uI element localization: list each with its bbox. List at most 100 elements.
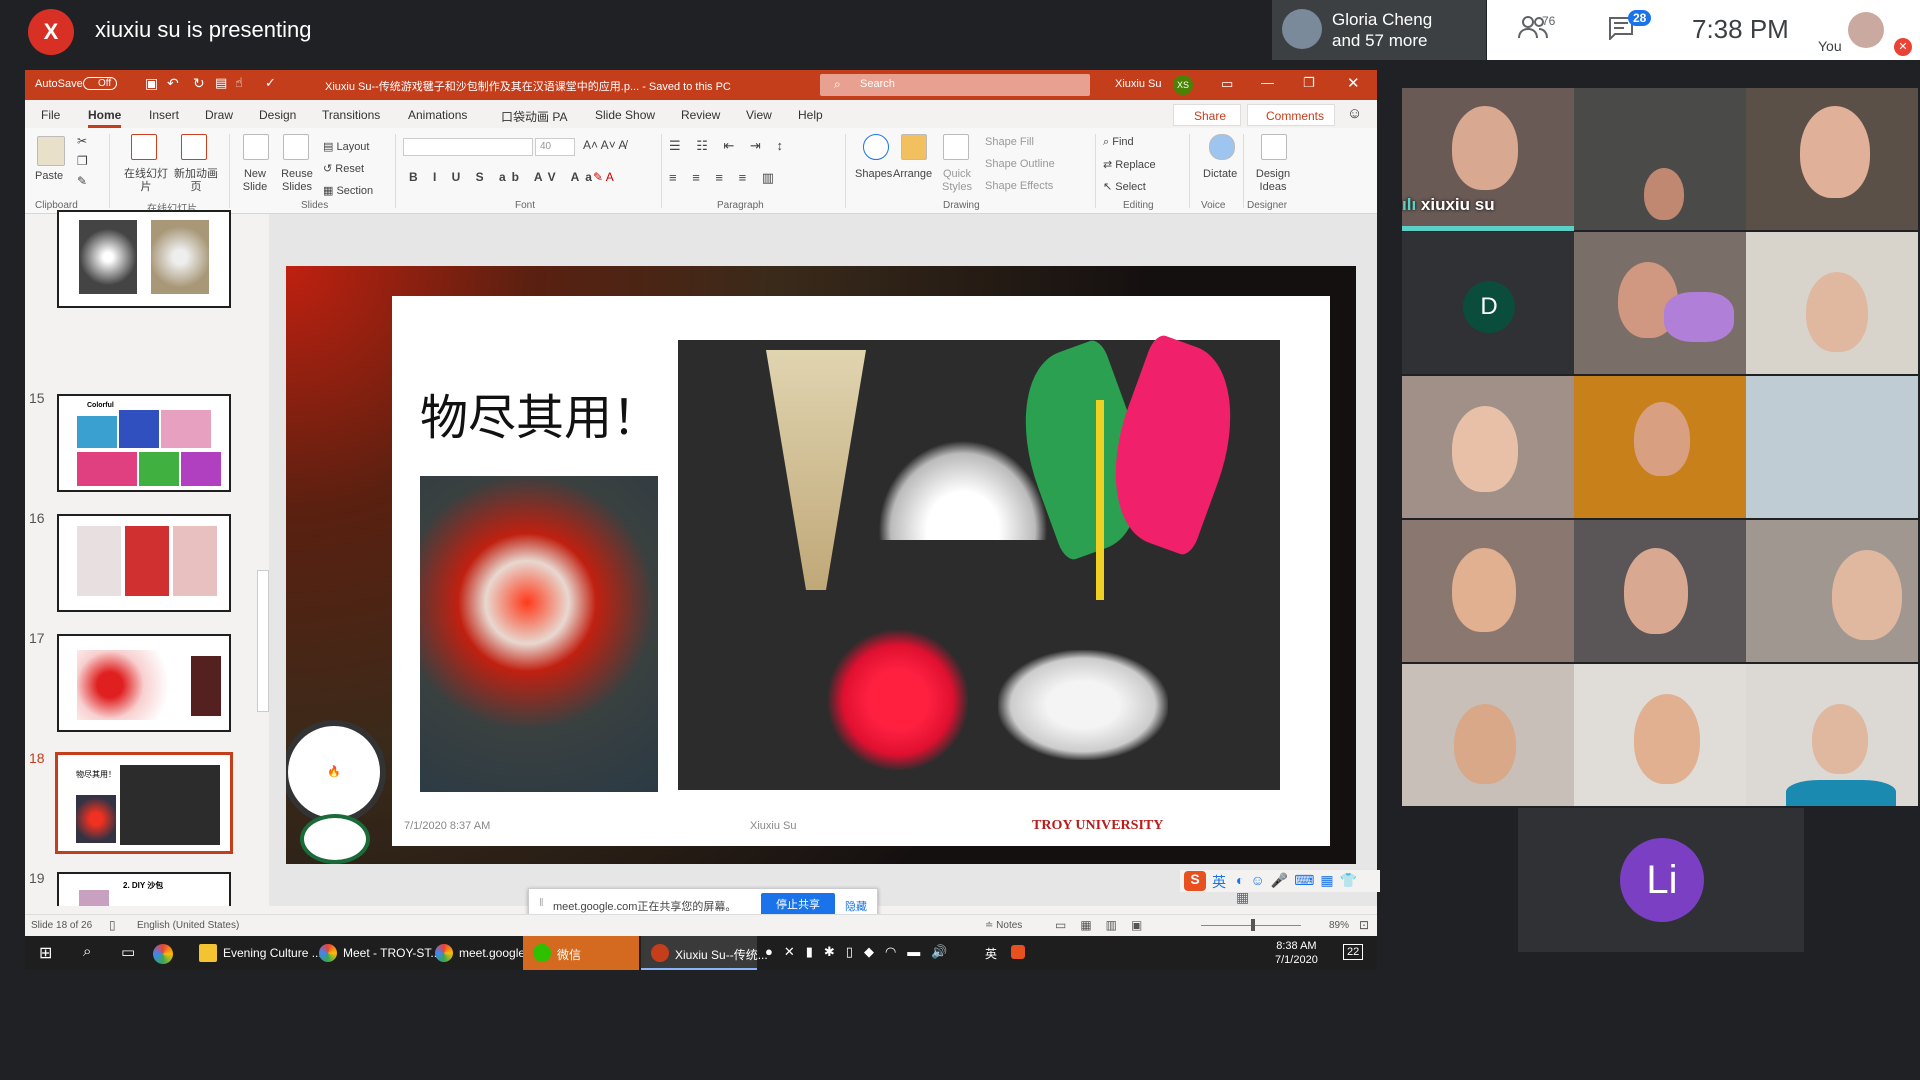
shapes-label[interactable]: Shapes (855, 168, 892, 180)
participant-tile[interactable] (1574, 376, 1746, 518)
participant-tile[interactable] (1402, 520, 1574, 662)
reuse-slides-label[interactable]: Reuse Slides (277, 168, 317, 194)
scrollbar-thumb[interactable] (257, 570, 269, 712)
tab-design[interactable]: Design (259, 108, 296, 122)
participant-tile[interactable] (1574, 664, 1746, 806)
design-ideas-icon[interactable] (1261, 134, 1287, 160)
sogou-tray-icon[interactable] (1011, 945, 1025, 959)
chrome-icon[interactable] (153, 944, 173, 964)
self-avatar[interactable] (1848, 12, 1884, 48)
dictate-label[interactable]: Dictate (1203, 168, 1237, 180)
tab-slide-show[interactable]: Slide Show (595, 108, 655, 122)
online-slides-label[interactable]: 在线幻灯片 (123, 168, 169, 194)
participant-tile[interactable] (1746, 88, 1918, 230)
tab-insert[interactable]: Insert (149, 108, 179, 122)
slide-title[interactable]: 物尽其用！ (420, 378, 660, 448)
taskbar-item-wechat[interactable]: 微信 (523, 936, 639, 970)
participant-tile[interactable] (1574, 232, 1746, 374)
highlight-icon[interactable]: ✎ A (593, 170, 614, 184)
microphone-icon[interactable] (1209, 134, 1235, 160)
paste-label[interactable]: Paste (35, 170, 63, 182)
comments-button[interactable]: Comments (1247, 104, 1335, 126)
drag-handle-icon[interactable]: ‖ (539, 897, 544, 909)
list-icons[interactable]: ☰ ☷ ⇤ ⇥ ↕ (669, 138, 789, 154)
task-view-icon[interactable]: ▭ (121, 943, 135, 961)
input-language[interactable]: 英 (985, 945, 997, 962)
taskbar-item[interactable]: Evening Culture ... (189, 936, 322, 970)
jianzi-red-white-image[interactable] (420, 476, 658, 792)
view-mode-icons[interactable]: ▭▦▥▣ (1055, 918, 1156, 932)
font-format-icons[interactable]: B I U S ab AV Aa (409, 170, 598, 184)
copy-icon[interactable]: ❐ (77, 154, 88, 168)
section-button[interactable]: ▦ Section (323, 184, 373, 197)
system-clock[interactable]: 8:38 AM 7/1/2020 (1275, 939, 1318, 967)
tab-view[interactable]: View (746, 108, 772, 122)
hide-bar-link[interactable]: 隐藏 (845, 898, 867, 914)
windows-start-icon[interactable]: ⊞ (39, 943, 52, 963)
thumbnail-scrollbar[interactable] (252, 218, 268, 908)
close-icon[interactable]: ✕ (1347, 74, 1360, 92)
design-ideas-label[interactable]: Design Ideas (1253, 168, 1293, 194)
align-icons[interactable]: ≡ ≡ ≡ ≡ ▥ (669, 170, 780, 186)
participant-tile[interactable] (1574, 520, 1746, 662)
new-animation-icon[interactable] (181, 134, 207, 160)
font-grow-icon[interactable]: A˄ A˅ A̸ (583, 138, 626, 152)
participant-tile[interactable] (1402, 664, 1574, 806)
tab-animations[interactable]: Animations (408, 108, 467, 122)
accessibility-icon[interactable]: ▯ (109, 918, 116, 932)
notes-button[interactable]: ≐ Notes (985, 920, 1022, 931)
tab-help[interactable]: Help (798, 108, 823, 122)
ime-toolbar[interactable]: S 英 ◐☺🎤⌨▦👕▦ (1180, 870, 1380, 905)
tab-review[interactable]: Review (681, 108, 720, 122)
new-slide-label[interactable]: New Slide (235, 168, 275, 194)
slide-thumbnail[interactable]: Colorful (57, 394, 231, 492)
search-box[interactable]: ⌕ Search (820, 74, 1090, 96)
slide-thumbnail[interactable] (57, 210, 231, 308)
participant-tile[interactable] (1746, 232, 1918, 374)
restore-icon[interactable]: ❐ (1303, 75, 1315, 91)
ribbon-display-icon[interactable]: ▭ (1221, 76, 1233, 92)
redo-icon[interactable]: ↻ (193, 75, 205, 92)
find-button[interactable]: ⌕ Find (1103, 136, 1134, 149)
system-tray-icons[interactable]: ●✕▮✱▯◆◠▬🔊 (765, 944, 958, 960)
jianzi-collection-image[interactable] (678, 332, 1280, 790)
quick-styles-label[interactable]: Quick Styles (937, 168, 977, 194)
reuse-slides-icon[interactable] (283, 134, 309, 160)
slide-thumbnail[interactable] (57, 634, 231, 732)
touch-mode-icon[interactable]: ☝ (235, 75, 243, 91)
notification-count[interactable]: 22 (1343, 944, 1364, 960)
spelling-icon[interactable]: ✓ (265, 75, 276, 91)
slide-thumbnail-selected[interactable]: 物尽其用！ (55, 752, 233, 854)
undo-icon[interactable]: ↶ (167, 75, 179, 92)
minimize-icon[interactable]: — (1261, 75, 1274, 90)
taskbar-item[interactable]: Meet - TROY-ST... (309, 936, 440, 970)
share-button[interactable]: Share (1173, 104, 1241, 126)
participant-tile[interactable] (1746, 376, 1918, 518)
layout-button[interactable]: ▤ Layout (323, 140, 369, 153)
save-icon[interactable]: ▣ (145, 75, 158, 92)
new-animation-label[interactable]: 新加动画页 (173, 168, 219, 194)
participant-tile[interactable] (1746, 520, 1918, 662)
replace-button[interactable]: ⇄ Replace (1103, 158, 1156, 171)
tab-home[interactable]: Home (88, 108, 122, 128)
participant-tile[interactable] (1574, 88, 1746, 230)
current-slide[interactable]: 物尽其用！ 7/1/2020 8:37 AM Xiuxiu Su TROY UN… (286, 266, 1356, 864)
fit-slide-icon[interactable]: ⊡ (1359, 918, 1369, 932)
language-status[interactable]: English (United States) (137, 920, 239, 931)
taskbar-item-active[interactable]: Xiuxiu Su--传统... (641, 936, 768, 970)
reset-button[interactable]: ↺ Reset (323, 162, 364, 175)
arrange-label[interactable]: Arrange (893, 168, 932, 180)
paste-icon[interactable] (37, 136, 65, 166)
format-painter-icon[interactable]: ✎ (77, 174, 87, 188)
shape-fill-button[interactable]: Shape Fill (985, 136, 1034, 148)
participant-tile[interactable] (1746, 664, 1918, 806)
shape-effects-button[interactable]: Shape Effects (985, 180, 1053, 192)
participant-tile[interactable] (1402, 376, 1574, 518)
present-icon[interactable]: ▤ (215, 75, 227, 91)
zoom-slider-thumb[interactable] (1251, 919, 1255, 931)
quick-styles-icon[interactable] (943, 134, 969, 160)
tab-draw[interactable]: Draw (205, 108, 233, 122)
shape-outline-button[interactable]: Shape Outline (985, 158, 1055, 170)
autosave-toggle[interactable]: Off (83, 77, 118, 90)
font-name-box[interactable] (403, 138, 533, 156)
